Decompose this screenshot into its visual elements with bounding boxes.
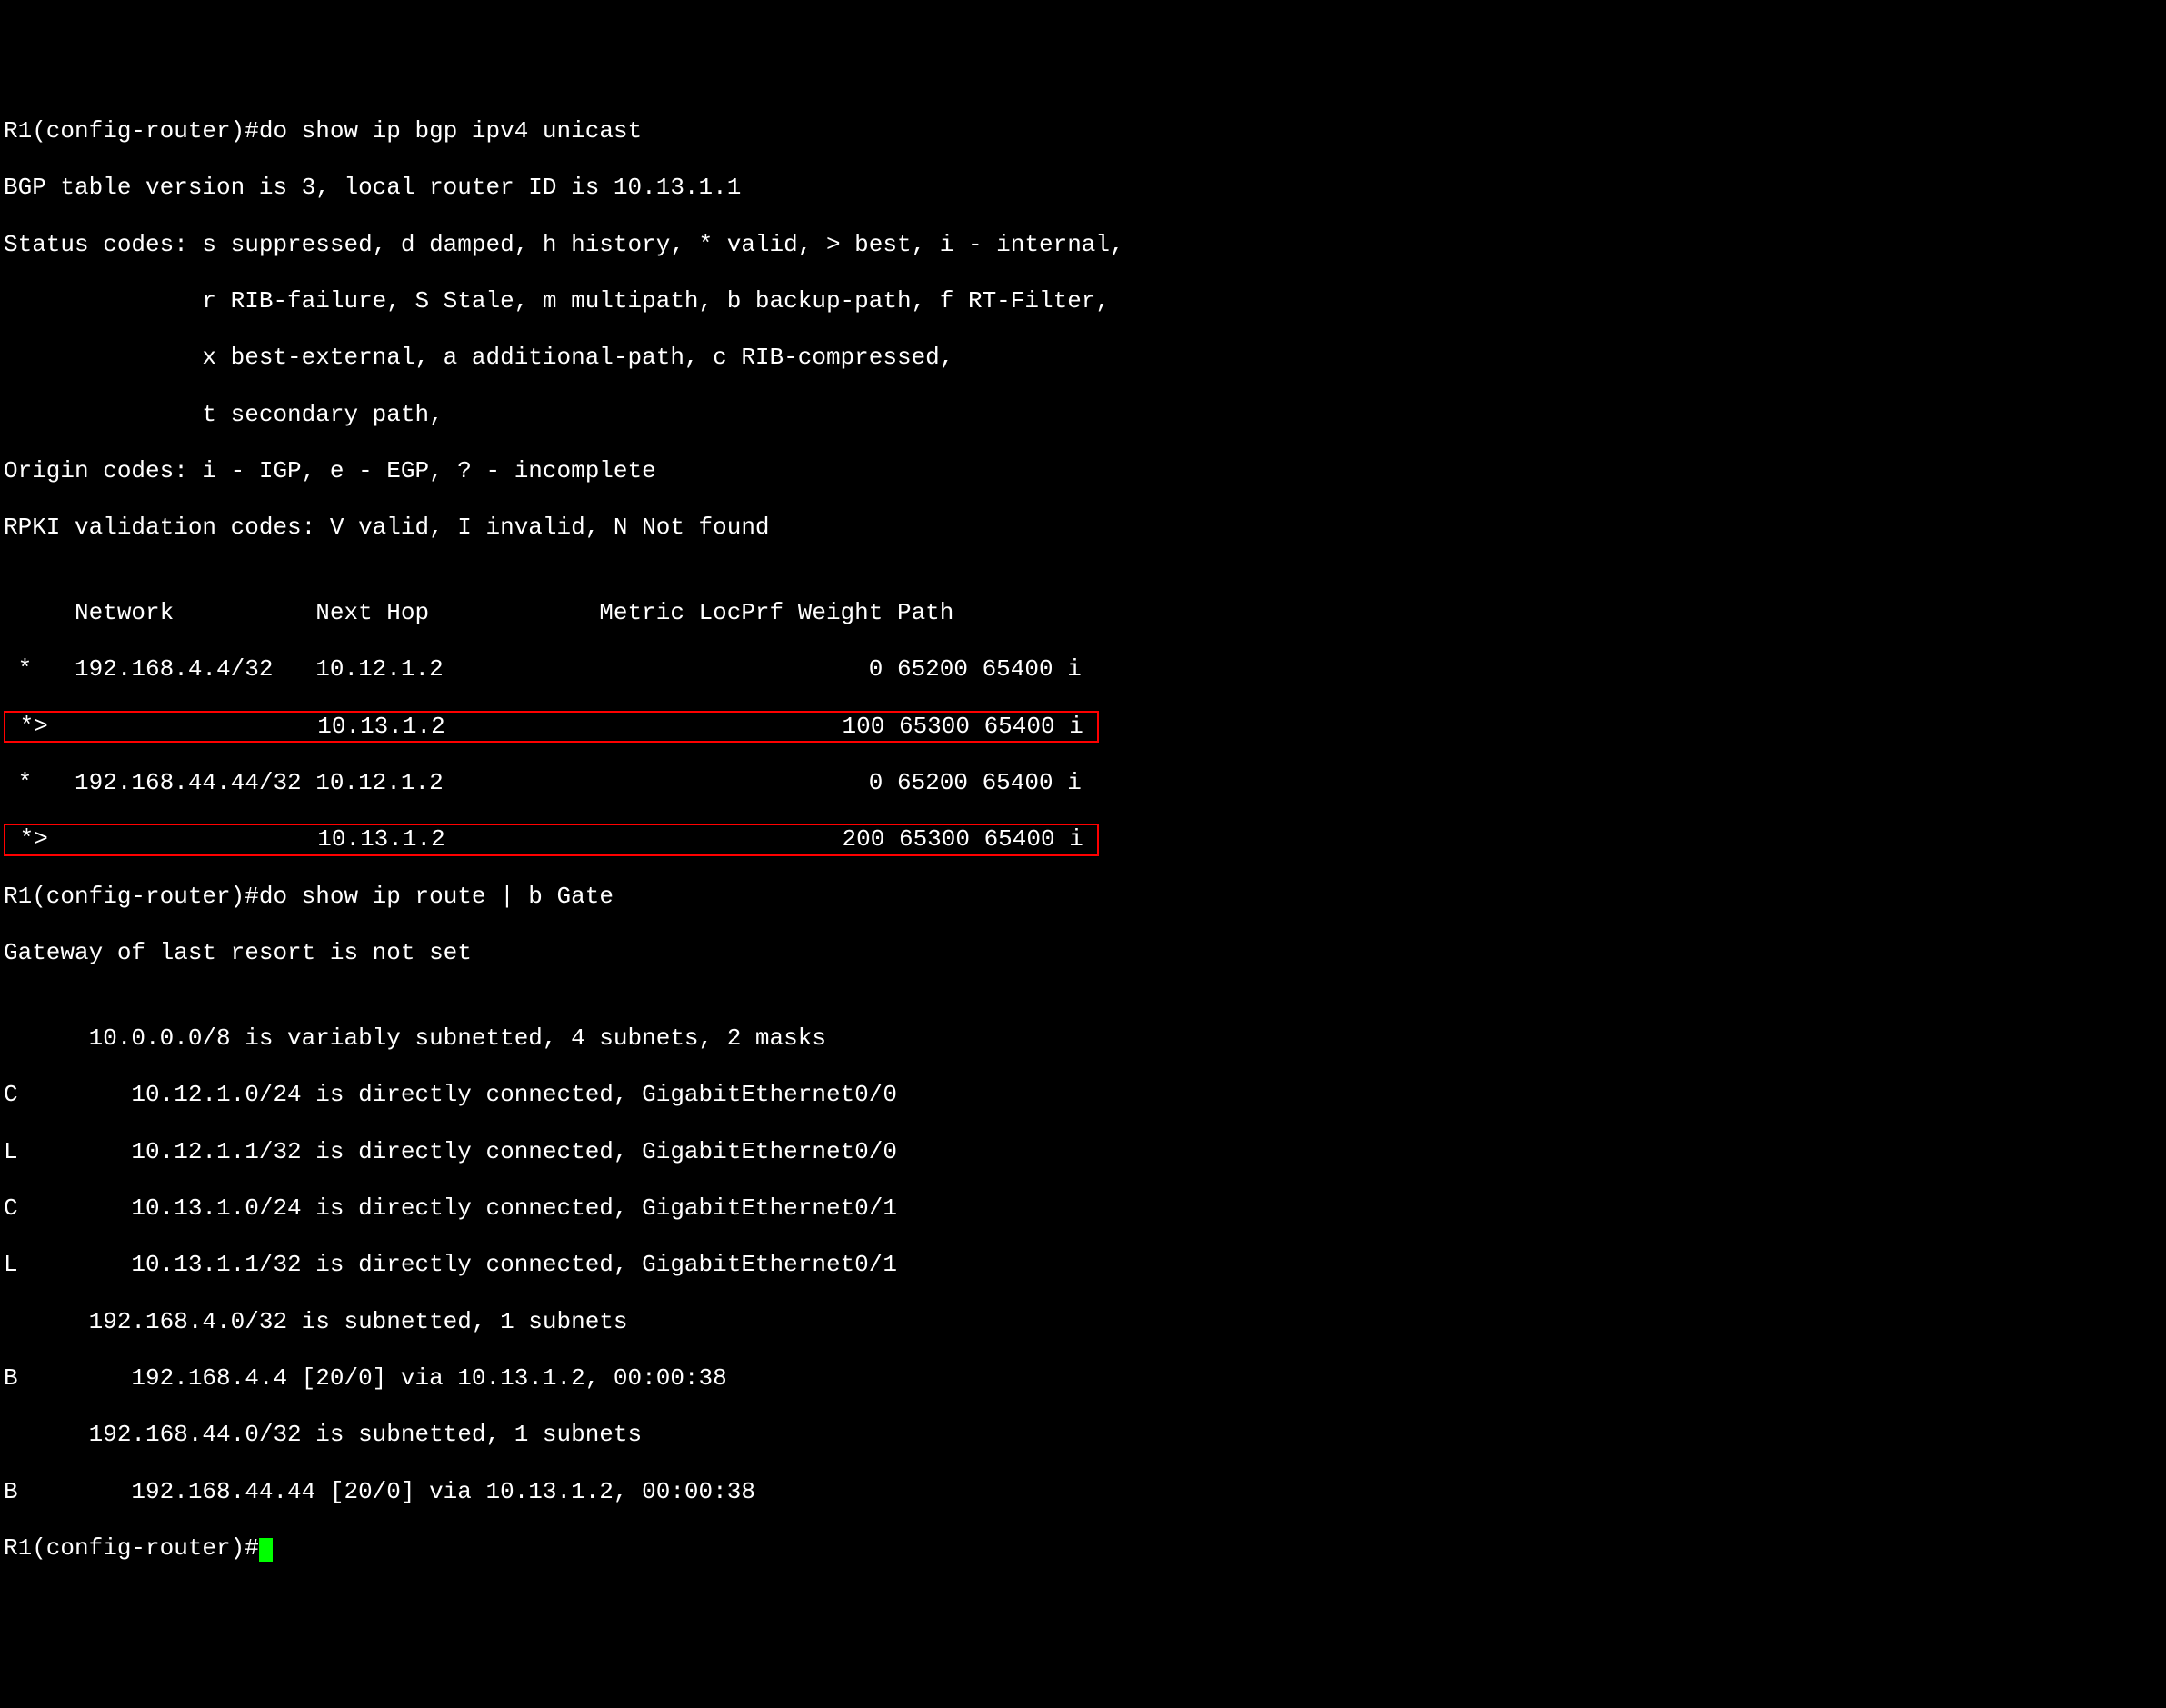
terminal-line[interactable]: R1(config-router)# [4,1534,2162,1563]
output-line: BGP table version is 3, local router ID … [4,174,2162,202]
output-line: RPKI validation codes: V valid, I invali… [4,514,2162,542]
output-line: t secondary path, [4,401,2162,429]
cli-command: do show ip bgp ipv4 unicast [259,117,642,145]
terminal-line: R1(config-router)#do show ip route | b G… [4,883,2162,911]
bgp-row-highlighted: *> 10.13.1.2 200 65300 65400 i [4,824,1099,855]
bgp-row: * 192.168.4.4/32 10.12.1.2 0 65200 65400… [4,655,2162,684]
output-line: Status codes: s suppressed, d damped, h … [4,231,2162,259]
output-line: C 10.12.1.0/24 is directly connected, Gi… [4,1081,2162,1109]
terminal-line: R1(config-router)#do show ip bgp ipv4 un… [4,117,2162,145]
output-line: 192.168.4.0/32 is subnetted, 1 subnets [4,1308,2162,1336]
output-line: Origin codes: i - IGP, e - EGP, ? - inco… [4,457,2162,485]
highlighted-row-container: *> 10.13.1.2 200 65300 65400 i [4,825,2162,854]
output-line: L 10.13.1.1/32 is directly connected, Gi… [4,1251,2162,1279]
output-line: 192.168.44.0/32 is subnetted, 1 subnets [4,1421,2162,1449]
cli-prompt: R1(config-router)# [4,1534,259,1562]
bgp-row: * 192.168.44.44/32 10.12.1.2 0 65200 654… [4,769,2162,797]
output-line: B 192.168.4.4 [20/0] via 10.13.1.2, 00:0… [4,1364,2162,1393]
cursor-icon [259,1538,273,1562]
output-line: Gateway of last resort is not set [4,939,2162,967]
output-line: B 192.168.44.44 [20/0] via 10.13.1.2, 00… [4,1478,2162,1506]
bgp-table-header: Network Next Hop Metric LocPrf Weight Pa… [4,599,2162,627]
bgp-row-highlighted: *> 10.13.1.2 100 65300 65400 i [4,711,1099,743]
output-line: C 10.13.1.0/24 is directly connected, Gi… [4,1194,2162,1223]
cli-command: do show ip route | b Gate [259,883,614,910]
output-line: L 10.12.1.1/32 is directly connected, Gi… [4,1138,2162,1166]
output-line: 10.0.0.0/8 is variably subnetted, 4 subn… [4,1024,2162,1053]
output-line: r RIB-failure, S Stale, m multipath, b b… [4,287,2162,315]
cli-prompt: R1(config-router)# [4,117,259,145]
output-line: x best-external, a additional-path, c RI… [4,344,2162,372]
cli-prompt: R1(config-router)# [4,883,259,910]
highlighted-row-container: *> 10.13.1.2 100 65300 65400 i [4,713,2162,741]
